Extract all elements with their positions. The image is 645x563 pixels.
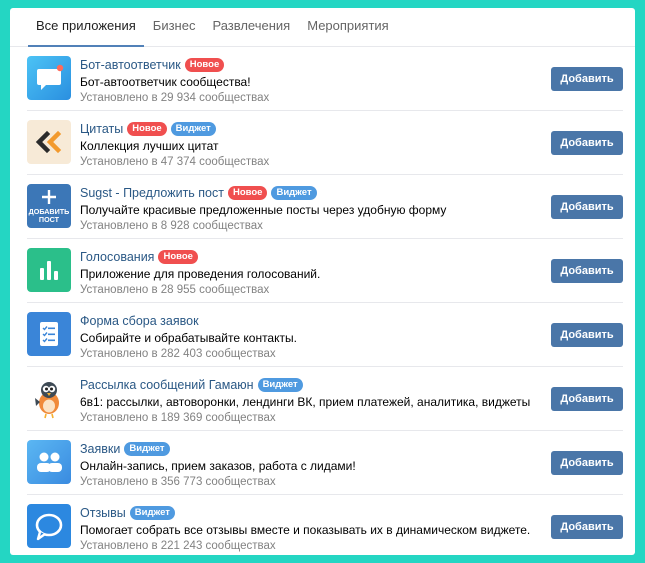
app-description: Бот-автоответчик сообщества!: [80, 75, 251, 89]
apps-panel: Все приложения Бизнес Развлечения Меропр…: [10, 8, 635, 555]
add-app-button[interactable]: Добавить: [551, 195, 623, 219]
widget-badge: Виджет: [129, 505, 175, 520]
app-row: Голосования Новое Приложение для проведе…: [27, 239, 623, 303]
app-name[interactable]: Отзывы: [80, 506, 126, 520]
bar-chart-icon[interactable]: [27, 248, 71, 292]
tab-entertainment[interactable]: Развлечения: [204, 18, 298, 46]
users-icon[interactable]: [27, 440, 71, 484]
new-badge: Новое: [227, 185, 268, 200]
app-name[interactable]: Sugst - Предложить пост: [80, 186, 224, 200]
install-count: Установлено в 356 773 сообществах: [80, 476, 276, 488]
install-count: Установлено в 29 934 сообществах: [80, 92, 270, 104]
install-count: Установлено в 8 928 сообществах: [80, 220, 263, 232]
add-app-button[interactable]: Добавить: [551, 387, 623, 411]
add-app-button[interactable]: Добавить: [551, 515, 623, 539]
app-row: Рассылка сообщений Гамаюн Виджет 6в1: ра…: [27, 367, 623, 431]
quote-icon[interactable]: [27, 120, 71, 164]
install-count: Установлено в 282 403 сообществах: [80, 348, 276, 360]
install-count: Установлено в 189 369 сообществах: [80, 412, 276, 424]
app-name[interactable]: Голосования: [80, 250, 154, 264]
new-badge: Новое: [158, 249, 198, 264]
install-count: Установлено в 28 955 сообществах: [80, 284, 270, 296]
app-description: Приложение для проведения голосований.: [80, 267, 321, 281]
bird-mascot-icon[interactable]: [27, 376, 71, 420]
app-name[interactable]: Рассылка сообщений Гамаюн: [80, 378, 254, 392]
tab-all-apps[interactable]: Все приложения: [28, 18, 144, 47]
add-app-button[interactable]: Добавить: [551, 131, 623, 155]
app-name[interactable]: Заявки: [80, 442, 120, 456]
suggest-post-icon-text-2: ПОСТ: [39, 215, 60, 224]
install-count: Установлено в 47 374 сообществах: [80, 156, 270, 168]
tab-business[interactable]: Бизнес: [145, 18, 204, 46]
apps-list: Бот-автоответчик Новое Бот-автоответчик …: [10, 47, 635, 555]
app-description: Онлайн-запись, прием заказов, работа с л…: [80, 459, 356, 473]
suggest-post-icon[interactable]: ДОБАВИТЬ ПОСТ: [27, 184, 71, 228]
app-description: Получайте красивые предложенные посты че…: [80, 203, 447, 217]
app-name[interactable]: Форма сбора заявок: [80, 314, 199, 328]
new-badge: Новое: [127, 121, 167, 136]
app-row: ДОБАВИТЬ ПОСТ Sugst - Предложить пост Но…: [27, 175, 623, 239]
add-app-button[interactable]: Добавить: [551, 451, 623, 475]
app-row: Отзывы Виджет Помогает собрать все отзыв…: [27, 495, 623, 555]
app-row: Форма сбора заявок Собирайте и обрабатыв…: [27, 303, 623, 367]
app-description: Коллекция лучших цитат: [80, 139, 219, 153]
widget-badge: Виджет: [271, 185, 317, 200]
chat-bubble-icon[interactable]: [27, 56, 71, 100]
speech-bubble-icon[interactable]: [27, 504, 71, 548]
install-count: Установлено в 221 243 сообществах: [80, 540, 276, 552]
widget-badge: Виджет: [170, 121, 216, 136]
add-app-button[interactable]: Добавить: [551, 259, 623, 283]
app-description: Собирайте и обрабатывайте контакты.: [80, 331, 297, 345]
add-app-button[interactable]: Добавить: [551, 67, 623, 91]
widget-badge: Виджет: [124, 441, 170, 456]
widget-badge: Виджет: [257, 377, 303, 392]
app-row: Бот-автоответчик Новое Бот-автоответчик …: [27, 47, 623, 111]
app-name[interactable]: Бот-автоответчик: [80, 58, 181, 72]
app-row: Заявки Виджет Онлайн-запись, прием заказ…: [27, 431, 623, 495]
category-tabs: Все приложения Бизнес Развлечения Меропр…: [10, 8, 635, 47]
form-icon[interactable]: [27, 312, 71, 356]
add-app-button[interactable]: Добавить: [551, 323, 623, 347]
app-row: Цитаты Новое Виджет Коллекция лучших цит…: [27, 111, 623, 175]
app-description: 6в1: рассылки, автоворонки, лендинги ВК,…: [80, 395, 531, 409]
app-name[interactable]: Цитаты: [80, 122, 123, 136]
new-badge: Новое: [184, 57, 225, 72]
app-description: Помогает собрать все отзывы вместе и пок…: [80, 523, 531, 537]
tab-events[interactable]: Мероприятия: [299, 18, 397, 46]
